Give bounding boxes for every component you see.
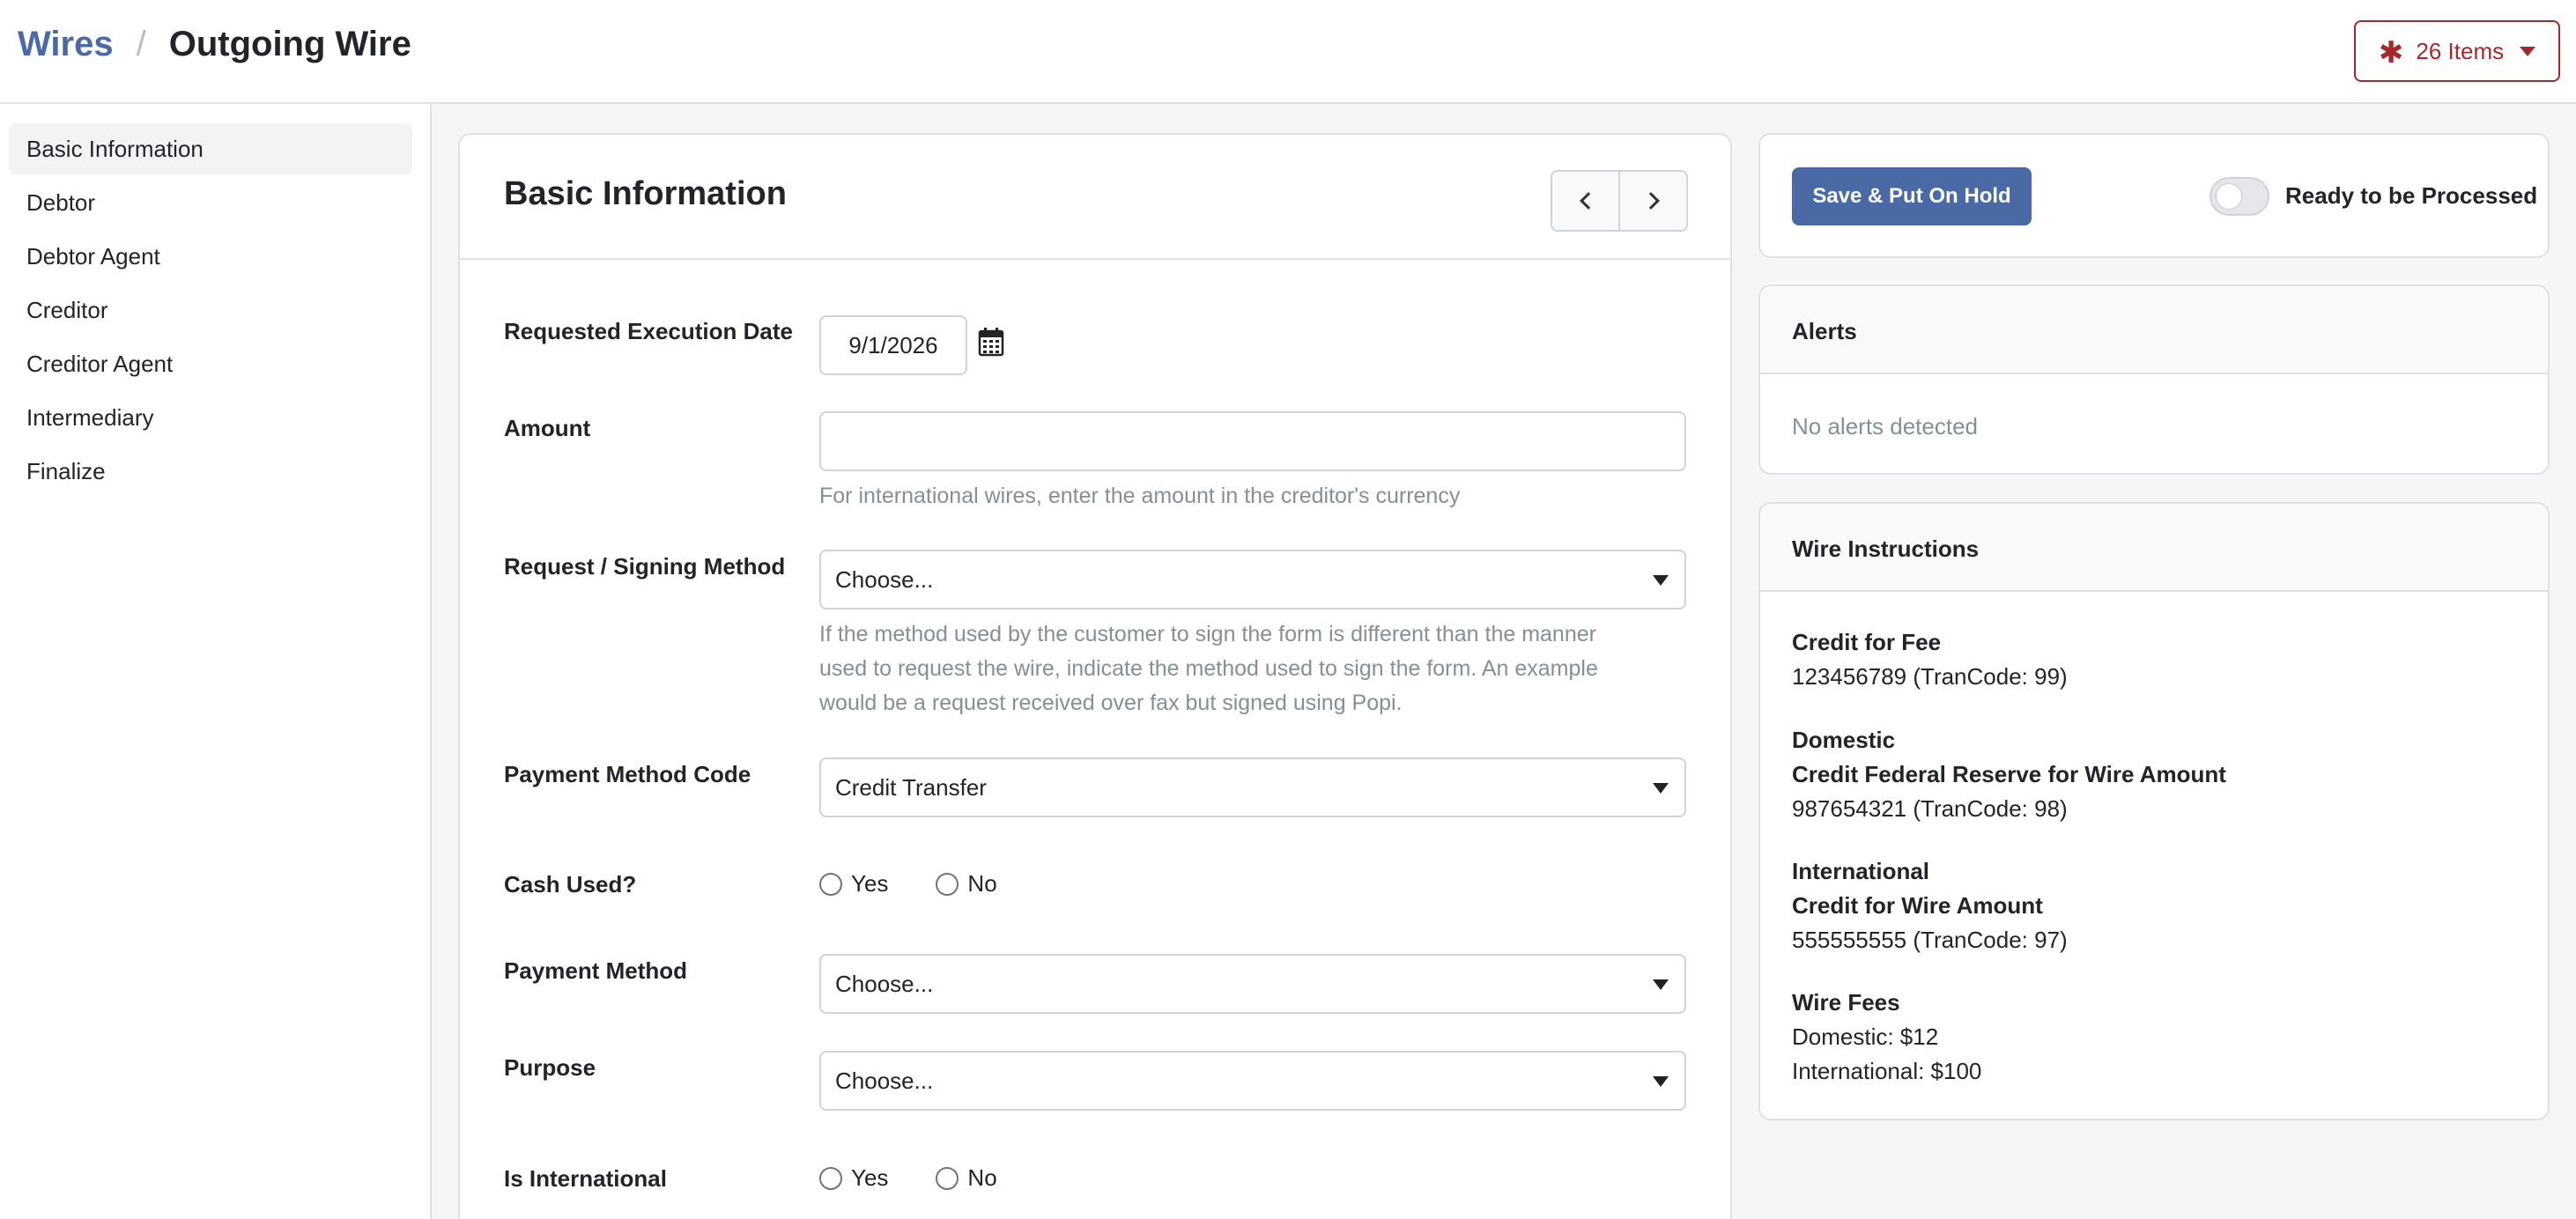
ready-to-be-processed-toggle[interactable] [2210, 177, 2269, 216]
alerts-header: Alerts [1760, 286, 2548, 374]
is-international-radio-group: Yes No [819, 1164, 1045, 1192]
domestic-block: Domestic Credit Federal Reserve for Wire… [1792, 723, 2226, 826]
ready-to-be-processed-label: Ready to be Processed [2285, 182, 2538, 209]
payment-method-code-select[interactable]: Credit Transfer [819, 757, 1686, 817]
save-put-on-hold-button[interactable]: Save & Put On Hold [1792, 167, 2032, 225]
sidebar-nav: Basic Information Debtor Debtor Agent Cr… [0, 104, 432, 1219]
radio-label: No [967, 870, 997, 897]
is-international-no-radio[interactable]: No [936, 1164, 997, 1192]
toggle-knob [2217, 184, 2241, 209]
signing-method-label: Request / Signing Method [504, 553, 786, 580]
asterisk-icon: ✱ [2378, 36, 2404, 70]
basic-information-card: Basic Information Requested Execution Da… [458, 133, 1732, 1219]
calendar-icon[interactable] [978, 327, 1004, 357]
international-block: International Credit for Wire Amount 555… [1792, 854, 2068, 957]
items-count-label: 26 Items [2416, 37, 2505, 64]
sidebar-item-debtor-agent[interactable]: Debtor Agent [9, 231, 412, 282]
payment-method-code-label: Payment Method Code [504, 761, 751, 787]
caret-down-icon [2520, 46, 2536, 56]
chevron-right-icon [1641, 192, 1660, 210]
cash-used-yes-radio[interactable]: Yes [819, 870, 888, 898]
purpose-select[interactable]: Choose... [819, 1051, 1686, 1111]
caret-down-icon [1653, 575, 1669, 586]
instruction-line: 555555555 (TranCode: 97) [1792, 927, 2068, 953]
radio-label: No [967, 1164, 997, 1191]
instruction-subheading: Credit Federal Reserve for Wire Amount [1792, 761, 2226, 787]
caret-down-icon [1653, 1076, 1669, 1087]
radio-circle[interactable] [936, 872, 959, 896]
breadcrumb: Wires / Outgoing Wire [18, 25, 411, 64]
requested-execution-date-input[interactable]: 9/1/2026 [819, 315, 967, 375]
signing-method-help-text: If the method used by the customer to si… [819, 617, 1691, 720]
is-international-label: Is International [504, 1165, 667, 1192]
amount-label: Amount [504, 415, 591, 441]
purpose-label: Purpose [504, 1054, 596, 1081]
help-line: If the method used by the customer to si… [819, 622, 1596, 646]
radio-circle[interactable] [819, 1166, 842, 1190]
items-dropdown-button[interactable]: ✱ 26 Items [2354, 20, 2560, 82]
payment-method-label: Payment Method [504, 957, 688, 984]
instruction-heading: Credit for Fee [1792, 629, 1942, 655]
section-title: Basic Information [504, 175, 787, 212]
instruction-line: International: $100 [1792, 1058, 1982, 1084]
cash-used-label: Cash Used? [504, 871, 637, 898]
help-line: would be a request received over fax but… [819, 691, 1403, 715]
top-bar: Wires / Outgoing Wire ✱ 26 Items [0, 0, 2576, 104]
payment-method-select[interactable]: Choose... [819, 954, 1686, 1014]
wire-instructions-title: Wire Instructions [1792, 536, 1980, 562]
wire-fees-block: Wire Fees Domestic: $12 International: $… [1792, 986, 1981, 1089]
caret-down-icon [1653, 783, 1669, 794]
card-header: Basic Information [460, 135, 1730, 260]
cash-used-no-radio[interactable]: No [936, 870, 997, 898]
instruction-line: 987654321 (TranCode: 98) [1792, 795, 2068, 822]
signing-method-value: Choose... [835, 565, 934, 593]
payment-method-code-value: Credit Transfer [835, 773, 987, 801]
previous-section-button[interactable] [1552, 172, 1618, 230]
alerts-title: Alerts [1792, 318, 1857, 344]
help-line: used to request the wire, indicate the m… [819, 656, 1598, 681]
instruction-line: 123456789 (TranCode: 99) [1792, 663, 2068, 690]
payment-method-value: Choose... [835, 970, 934, 997]
cash-used-radio-group: Yes No [819, 870, 1045, 898]
amount-help-text: For international wires, enter the amoun… [819, 484, 1461, 508]
breadcrumb-wires-link[interactable]: Wires [18, 25, 114, 64]
next-section-button[interactable] [1618, 172, 1686, 230]
radio-label: Yes [851, 1164, 889, 1191]
radio-circle[interactable] [936, 1166, 959, 1190]
instruction-line: Domestic: $12 [1792, 1023, 1939, 1050]
actions-card: Save & Put On Hold Ready to be Processed [1758, 133, 2550, 258]
sidebar-item-creditor-agent[interactable]: Creditor Agent [9, 338, 412, 389]
alerts-card: Alerts No alerts detected [1758, 284, 2550, 475]
sidebar-item-debtor[interactable]: Debtor [9, 177, 412, 228]
alerts-message: No alerts detected [1792, 413, 1979, 440]
chevron-left-icon [1579, 192, 1597, 210]
instruction-heading: International [1792, 858, 1930, 884]
section-pager [1551, 170, 1688, 232]
sidebar-item-creditor[interactable]: Creditor [9, 284, 412, 336]
instruction-subheading: Credit for Wire Amount [1792, 892, 2043, 919]
amount-input[interactable] [819, 411, 1686, 471]
sidebar-item-finalize[interactable]: Finalize [9, 446, 412, 497]
requested-execution-date-label: Requested Execution Date [504, 318, 793, 344]
credit-for-fee-block: Credit for Fee 123456789 (TranCode: 99) [1792, 625, 2068, 694]
sidebar-item-intermediary[interactable]: Intermediary [9, 392, 412, 443]
wire-instructions-card: Wire Instructions Credit for Fee 1234567… [1758, 502, 2550, 1120]
breadcrumb-separator: / [136, 25, 146, 63]
wire-instructions-header: Wire Instructions [1760, 504, 2548, 592]
purpose-value: Choose... [835, 1067, 934, 1094]
radio-circle[interactable] [819, 872, 842, 896]
instruction-heading: Domestic [1792, 727, 1896, 753]
page-title: Outgoing Wire [168, 25, 411, 63]
sidebar-item-basic-information[interactable]: Basic Information [9, 123, 412, 174]
caret-down-icon [1653, 979, 1669, 990]
signing-method-select[interactable]: Choose... [819, 550, 1686, 610]
radio-label: Yes [851, 870, 889, 897]
is-international-yes-radio[interactable]: Yes [819, 1164, 888, 1192]
instruction-heading: Wire Fees [1792, 989, 1900, 1016]
